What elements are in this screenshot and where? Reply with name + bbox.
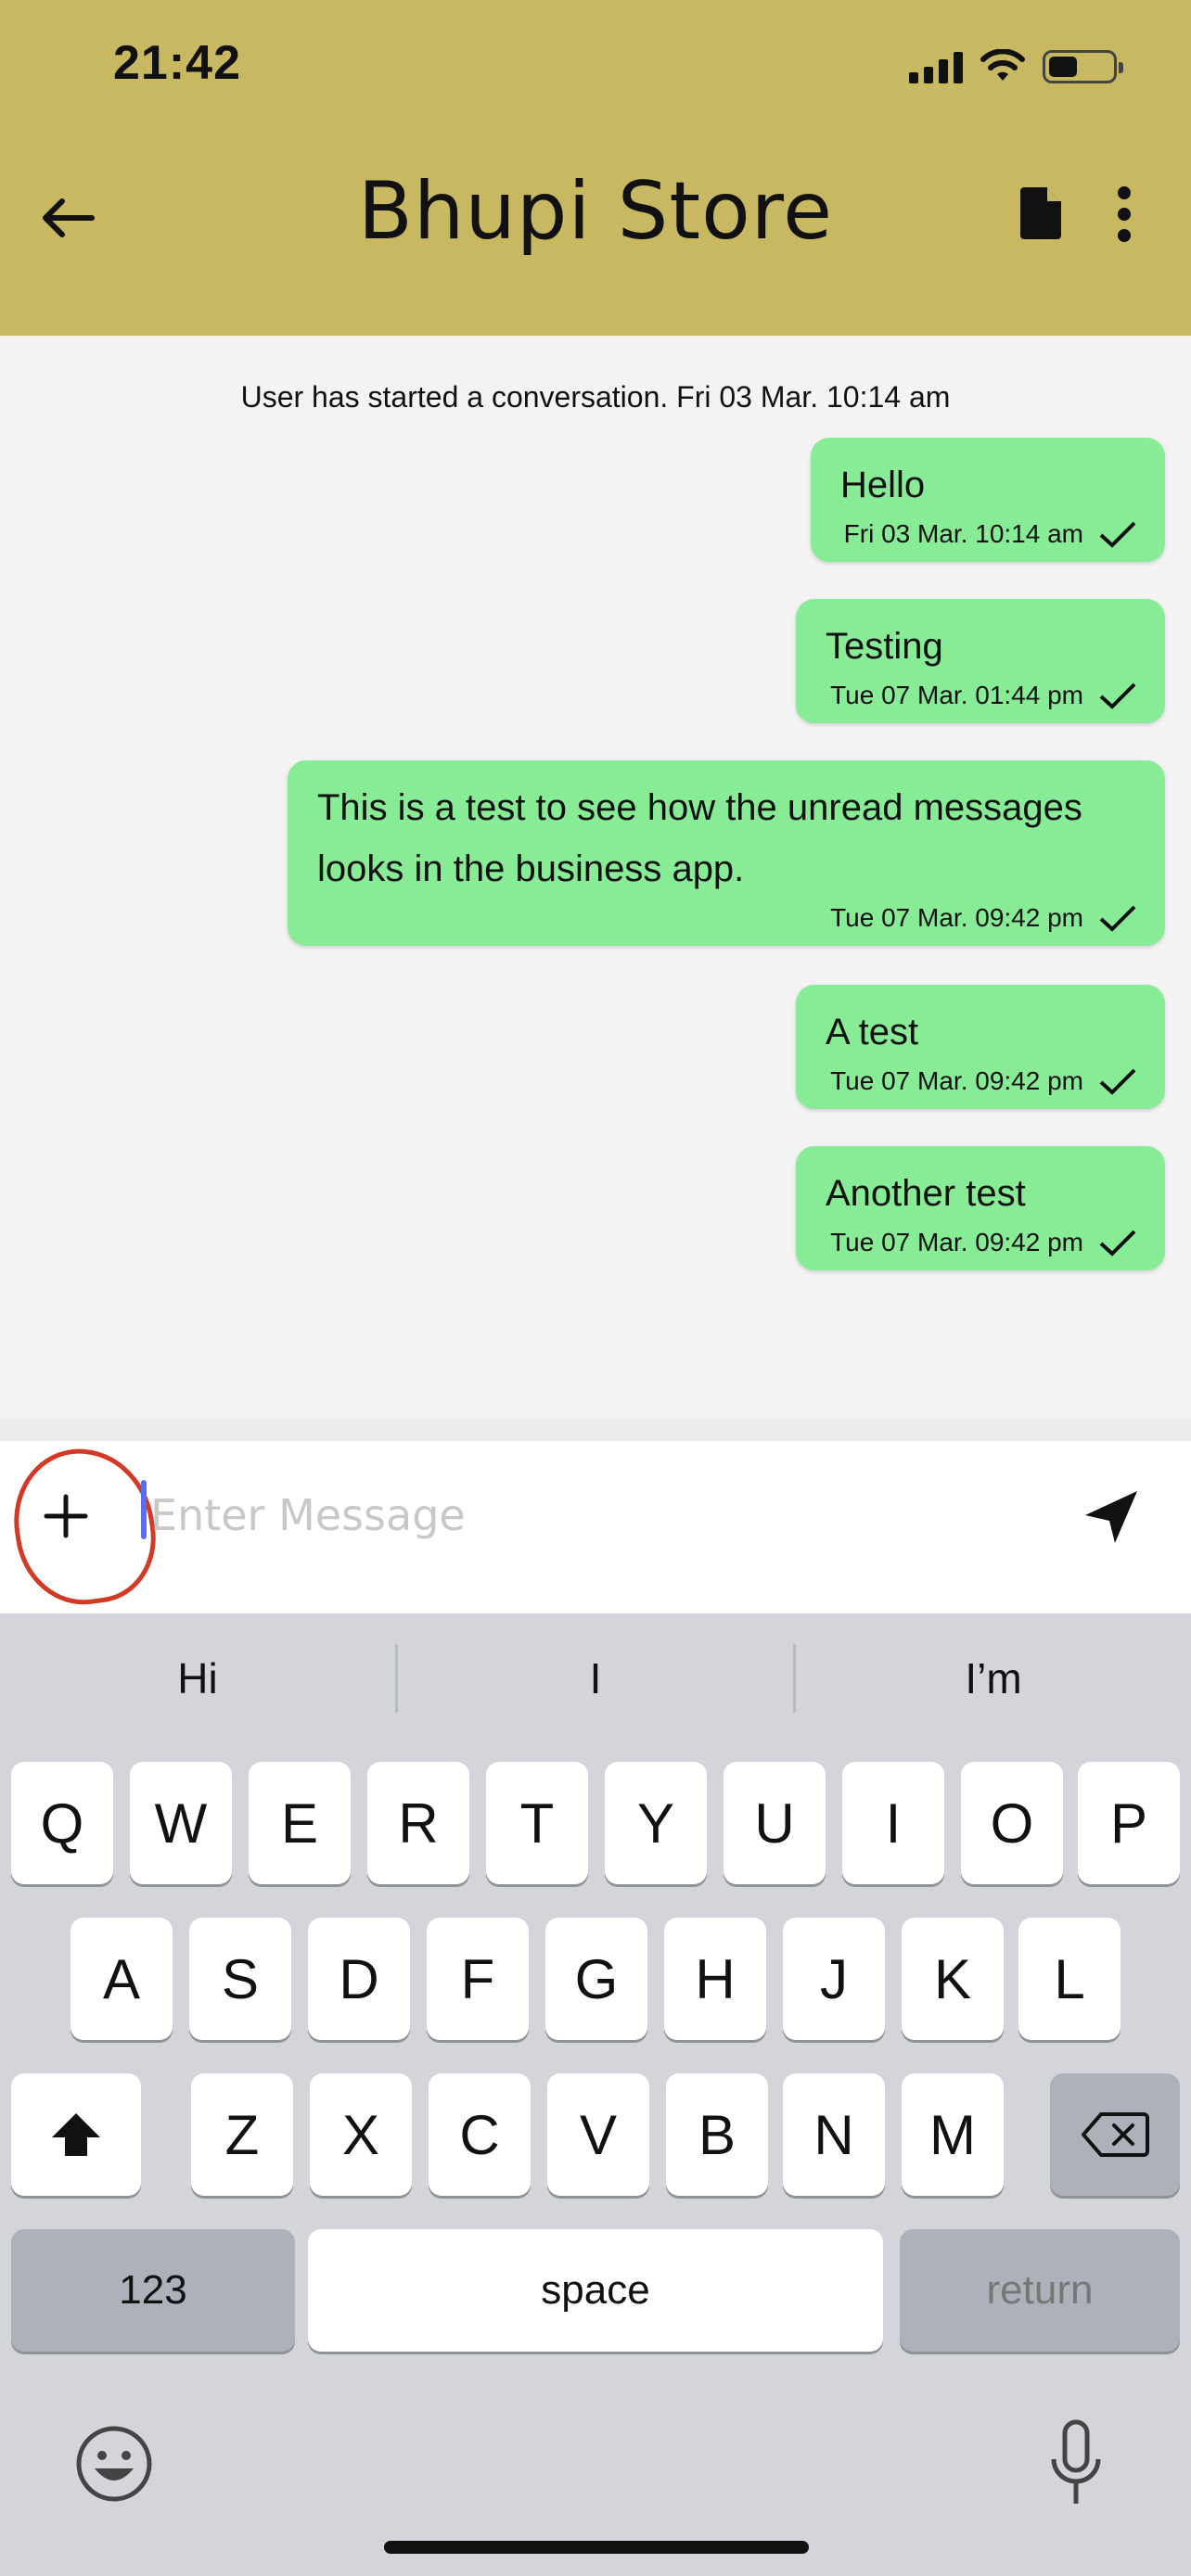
- key-n[interactable]: N: [783, 2073, 885, 2196]
- key-l[interactable]: L: [1018, 1918, 1121, 2040]
- key-g[interactable]: G: [545, 1918, 647, 2040]
- keyboard: Hi I I’m Q W E R T Y U I O P A S D F G H…: [0, 1613, 1191, 2576]
- suggestion-item[interactable]: I’m: [796, 1653, 1191, 1703]
- text-cursor: [141, 1480, 147, 1539]
- suggestion-bar: Hi I I’m: [0, 1613, 1191, 1743]
- status-time: 21:42: [113, 36, 241, 90]
- key-s[interactable]: S: [189, 1918, 291, 2040]
- message-input[interactable]: [150, 1478, 985, 1552]
- key-o[interactable]: O: [961, 1762, 1063, 1884]
- sent-check-icon: [1099, 682, 1136, 709]
- sent-check-icon: [1099, 905, 1136, 932]
- wifi-icon: [980, 49, 1025, 81]
- more-options-button[interactable]: [1113, 185, 1159, 250]
- battery-icon: [1043, 50, 1123, 83]
- send-icon: [1085, 1491, 1137, 1543]
- shift-icon: [52, 2113, 100, 2156]
- message-bubble[interactable]: Hello Fri 03 Mar. 10:14 am: [811, 438, 1165, 562]
- key-m[interactable]: M: [902, 2073, 1004, 2196]
- chat-area[interactable]: User has started a conversation. Fri 03 …: [0, 336, 1191, 1419]
- key-u[interactable]: U: [724, 1762, 826, 1884]
- key-w[interactable]: W: [130, 1762, 232, 1884]
- message-text: Testing: [826, 626, 943, 667]
- key-r[interactable]: R: [367, 1762, 469, 1884]
- sent-check-icon: [1099, 1230, 1136, 1256]
- key-a[interactable]: A: [70, 1918, 173, 2040]
- key-x[interactable]: X: [310, 2073, 412, 2196]
- message-bubble[interactable]: Testing Tue 07 Mar. 01:44 pm: [796, 599, 1165, 723]
- message-bubble[interactable]: A test Tue 07 Mar. 09:42 pm: [796, 985, 1165, 1109]
- key-v[interactable]: V: [547, 2073, 649, 2196]
- message-text: A test: [826, 1012, 919, 1052]
- message-time: Tue 07 Mar. 09:42 pm: [830, 1066, 1083, 1095]
- more-vertical-icon: [1118, 186, 1131, 242]
- document-icon: [1020, 187, 1061, 239]
- sent-check-icon: [1099, 1068, 1136, 1095]
- message-time: Tue 07 Mar. 01:44 pm: [830, 681, 1083, 709]
- message-composer: [0, 1439, 1191, 1613]
- message-text: Hello: [840, 465, 926, 505]
- key-i[interactable]: I: [842, 1762, 944, 1884]
- return-key[interactable]: return: [900, 2229, 1180, 2352]
- microphone-icon[interactable]: [1048, 2418, 1104, 2511]
- key-q[interactable]: Q: [11, 1762, 113, 1884]
- message-text: Another test: [826, 1173, 1026, 1214]
- key-k[interactable]: K: [902, 1918, 1004, 2040]
- document-button[interactable]: [1018, 185, 1074, 250]
- system-message: User has started a conversation. Fri 03 …: [240, 380, 951, 414]
- key-d[interactable]: D: [308, 1918, 410, 2040]
- backspace-key[interactable]: [1050, 2073, 1180, 2196]
- message-bubble[interactable]: This is a test to see how the unread mes…: [288, 760, 1165, 946]
- cellular-signal-icon: [909, 50, 963, 83]
- page-title: Bhupi Store: [357, 165, 834, 258]
- message-time: Tue 07 Mar. 09:42 pm: [830, 903, 1083, 932]
- message-text: This is a test to see how the unread mes…: [317, 787, 1082, 889]
- home-indicator: [384, 2541, 809, 2554]
- send-button[interactable]: [1082, 1487, 1146, 1552]
- key-e[interactable]: E: [249, 1762, 351, 1884]
- message-bubble[interactable]: Another test Tue 07 Mar. 09:42 pm: [796, 1146, 1165, 1270]
- app-header: 21:42 Bhupi Store: [0, 0, 1191, 336]
- numbers-key[interactable]: 123: [11, 2229, 295, 2352]
- key-c[interactable]: C: [429, 2073, 531, 2196]
- key-t[interactable]: T: [486, 1762, 588, 1884]
- composer-divider: [0, 1419, 1191, 1441]
- shift-key[interactable]: [11, 2073, 141, 2196]
- sent-check-icon: [1099, 521, 1136, 548]
- status-icons: [909, 48, 1123, 85]
- key-f[interactable]: F: [427, 1918, 529, 2040]
- suggestion-item[interactable]: I: [398, 1653, 793, 1703]
- key-p[interactable]: P: [1078, 1762, 1180, 1884]
- emoji-icon[interactable]: [74, 2424, 154, 2504]
- key-b[interactable]: B: [666, 2073, 768, 2196]
- message-time: Tue 07 Mar. 09:42 pm: [830, 1228, 1083, 1256]
- message-time: Fri 03 Mar. 10:14 am: [843, 519, 1083, 548]
- key-j[interactable]: J: [783, 1918, 885, 2040]
- key-y[interactable]: Y: [605, 1762, 707, 1884]
- key-h[interactable]: H: [664, 1918, 766, 2040]
- key-z[interactable]: Z: [191, 2073, 293, 2196]
- space-key[interactable]: space: [308, 2229, 883, 2352]
- suggestion-item[interactable]: Hi: [0, 1653, 395, 1703]
- backspace-icon: [1082, 2112, 1149, 2157]
